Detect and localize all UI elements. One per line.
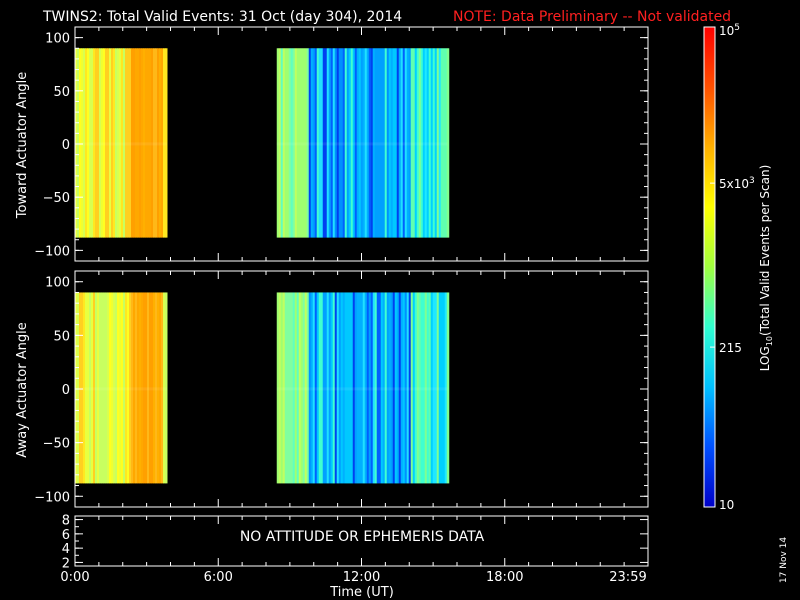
y-tick-label: 50 — [53, 329, 70, 344]
y-tick-label: 100 — [45, 32, 70, 47]
y-tick-label: 0 — [62, 383, 70, 398]
zero-angle-band — [276, 142, 448, 146]
x-tick-label: 23:59 — [609, 570, 646, 585]
y-tick-label: 100 — [45, 276, 70, 291]
colorbar-tick-base: 5x10 — [719, 177, 749, 191]
away-angle-panel: 100 50 0 −50 −100 — [34, 270, 649, 508]
y-tick-label: 50 — [53, 85, 70, 100]
x-tick-label: 18:00 — [486, 570, 523, 585]
y-tick-label: 4 — [62, 542, 70, 557]
ephemeris-message: NO ATTITUDE OR EPHEMERIS DATA — [240, 529, 485, 545]
x-tick-label: 12:00 — [343, 570, 380, 585]
colorbar-tick-base: 215 — [719, 341, 742, 355]
y-tick-label: 8 — [62, 514, 70, 529]
colorbar-label: LOG10(Total Valid Events per Scan) — [758, 165, 774, 372]
data-block-0 — [75, 292, 168, 484]
colorbar-tick-exp: 3 — [749, 176, 755, 186]
colorbar-tick-base: 10 — [719, 498, 734, 512]
colorbar-label-main: LOG — [758, 346, 772, 371]
data-block-0 — [75, 48, 168, 238]
zero-angle-band — [276, 387, 448, 391]
x-axis-label: Time (UT) — [329, 585, 394, 600]
y-tick-label: −50 — [43, 191, 70, 206]
x-tick-labels: 0:00 6:00 12:00 18:00 23:59 — [60, 570, 646, 585]
zero-angle-band — [75, 387, 167, 391]
y-tick-label: −100 — [34, 244, 70, 259]
colorbar-gradient — [704, 27, 715, 507]
panels: 100500−50−100 100500−50−100 8642 — [34, 26, 649, 571]
data-block-1 — [276, 48, 450, 238]
plot-title: TWINS2: Total Valid Events: 31 Oct (day … — [42, 9, 402, 25]
colorbar-label-sub: 10 — [765, 336, 774, 346]
colorbar-tick-base: 10 — [719, 24, 734, 38]
colorbar-tick-label: 215 — [719, 341, 742, 355]
date-stamp: 17 Nov 14 — [779, 537, 789, 583]
toward-angle-ylabel: Toward Actuator Angle — [15, 72, 30, 219]
x-tick-label: 0:00 — [60, 570, 89, 585]
colorbar-tick-label: 10 — [719, 498, 734, 512]
data-block-1 — [276, 292, 450, 484]
y-tick-label: −100 — [34, 490, 70, 505]
colorbar: 1055x10321510 — [703, 23, 755, 512]
y-tick-label: 0 — [62, 138, 70, 153]
toward-angle-panel: 100 50 0 −50 −100 — [34, 26, 649, 262]
colorbar-tick-label: 5x103 — [719, 176, 755, 191]
colorbar-tick-label: 105 — [719, 23, 740, 38]
plot-stage: TWINS2: Total Valid Events: 31 Oct (day … — [15, 9, 789, 600]
preliminary-note: NOTE: Data Preliminary -- Not validated — [453, 9, 731, 25]
away-angle-ylabel: Away Actuator Angle — [15, 322, 30, 457]
y-tick-label: −50 — [43, 437, 70, 452]
x-tick-label: 6:00 — [204, 570, 233, 585]
zero-angle-band — [75, 142, 167, 146]
colorbar-label-rest: (Total Valid Events per Scan) — [758, 165, 772, 336]
colorbar-tick-exp: 5 — [734, 23, 740, 33]
y-tick-label: 6 — [62, 528, 70, 543]
